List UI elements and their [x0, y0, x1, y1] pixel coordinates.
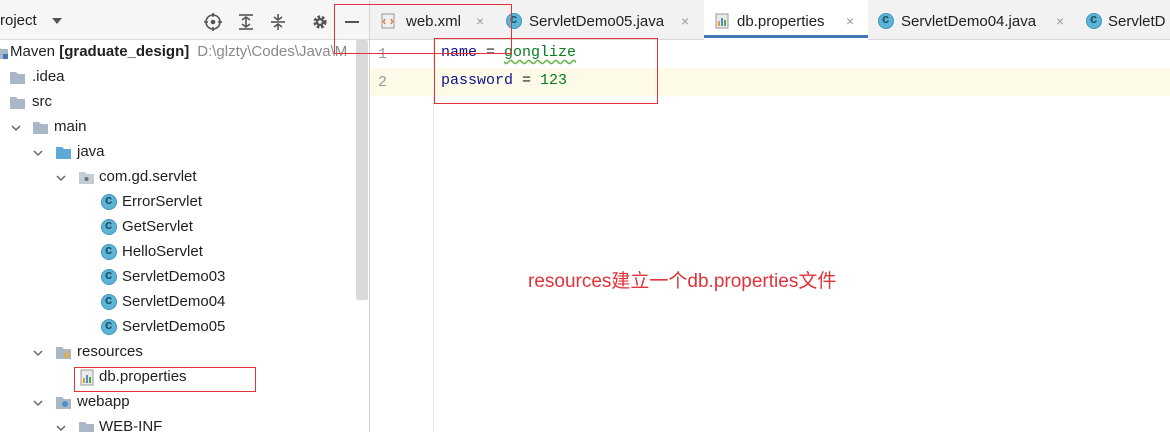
web-folder-icon [55, 394, 72, 411]
tree-item-class[interactable]: ServletDemo03 [0, 265, 356, 290]
tree-scrollbar[interactable] [356, 40, 368, 300]
module-folder-icon [0, 44, 9, 61]
close-icon[interactable]: × [846, 13, 854, 29]
class-icon [101, 317, 117, 335]
source-folder-icon [55, 144, 72, 161]
close-icon[interactable]: × [681, 13, 689, 29]
folder-icon [9, 94, 26, 111]
class-icon [101, 292, 117, 310]
tree-item-class[interactable]: ServletDemo04 [0, 290, 356, 315]
tree-item-src[interactable]: src [0, 90, 356, 115]
tree-item-class[interactable]: ServletDemo05 [0, 315, 356, 340]
tree-item-resources[interactable]: resources [0, 340, 356, 365]
class-icon [101, 267, 117, 285]
tree-item-java[interactable]: java [0, 140, 356, 165]
tree-item-main[interactable]: main [0, 115, 356, 140]
chevron-down-icon[interactable] [52, 18, 62, 24]
class-icon [101, 242, 117, 260]
tree-item-webinf[interactable]: WEB-INF [0, 415, 356, 432]
folder-icon [9, 69, 26, 86]
resources-folder-icon [55, 344, 72, 361]
tree-item-root[interactable]: Maven [graduate_design] D:\glzty\Codes\Ja… [0, 40, 356, 65]
tree-item-package[interactable]: com.gd.servlet [0, 165, 356, 190]
root-name: Maven [10, 43, 60, 60]
line-number: 2 [378, 74, 388, 91]
chevron-down-icon[interactable] [32, 146, 44, 158]
class-icon [101, 192, 117, 210]
package-icon [78, 169, 95, 186]
highlight-box-code [434, 38, 658, 104]
collapse-all-icon[interactable] [268, 12, 288, 32]
root-module: [graduate_design] [59, 43, 190, 60]
tree-item-class[interactable]: ErrorServlet [0, 190, 356, 215]
class-icon [1086, 11, 1102, 29]
locate-icon[interactable] [203, 12, 223, 32]
class-icon [878, 11, 894, 29]
highlight-box-tree [74, 367, 256, 392]
chevron-down-icon[interactable] [55, 421, 67, 432]
tab-servletdemo05[interactable]: ServletDemo05.java × [498, 0, 700, 40]
class-icon [101, 217, 117, 235]
tree-item-idea[interactable]: .idea [0, 65, 356, 90]
chevron-down-icon[interactable] [32, 396, 44, 408]
annotation-text: resources建立一个db.properties文件 [528, 271, 837, 292]
close-icon[interactable]: × [1056, 13, 1064, 29]
chevron-down-icon[interactable] [32, 346, 44, 358]
tab-servletdemo04[interactable]: ServletDemo04.java × [870, 0, 1078, 40]
project-header: roject [0, 0, 369, 40]
tab-servletd[interactable]: ServletD [1082, 0, 1170, 40]
tree-item-class[interactable]: HelloServlet [0, 240, 356, 265]
properties-file-icon [714, 13, 730, 29]
expand-all-icon[interactable] [236, 12, 256, 32]
gear-icon[interactable] [310, 12, 330, 32]
tab-db-properties[interactable]: db.properties × [704, 0, 868, 40]
tree-item-webapp[interactable]: webapp [0, 390, 356, 415]
line-number-gutter: 1 2 [370, 40, 434, 432]
chevron-down-icon[interactable] [10, 121, 22, 133]
root-path: D:\glzty\Codes\Java\M [197, 43, 348, 60]
tree-item-class[interactable]: GetServlet [0, 215, 356, 240]
chevron-down-icon[interactable] [55, 171, 67, 183]
folder-icon [32, 119, 49, 136]
folder-icon [78, 419, 95, 432]
project-title[interactable]: roject [0, 12, 37, 29]
